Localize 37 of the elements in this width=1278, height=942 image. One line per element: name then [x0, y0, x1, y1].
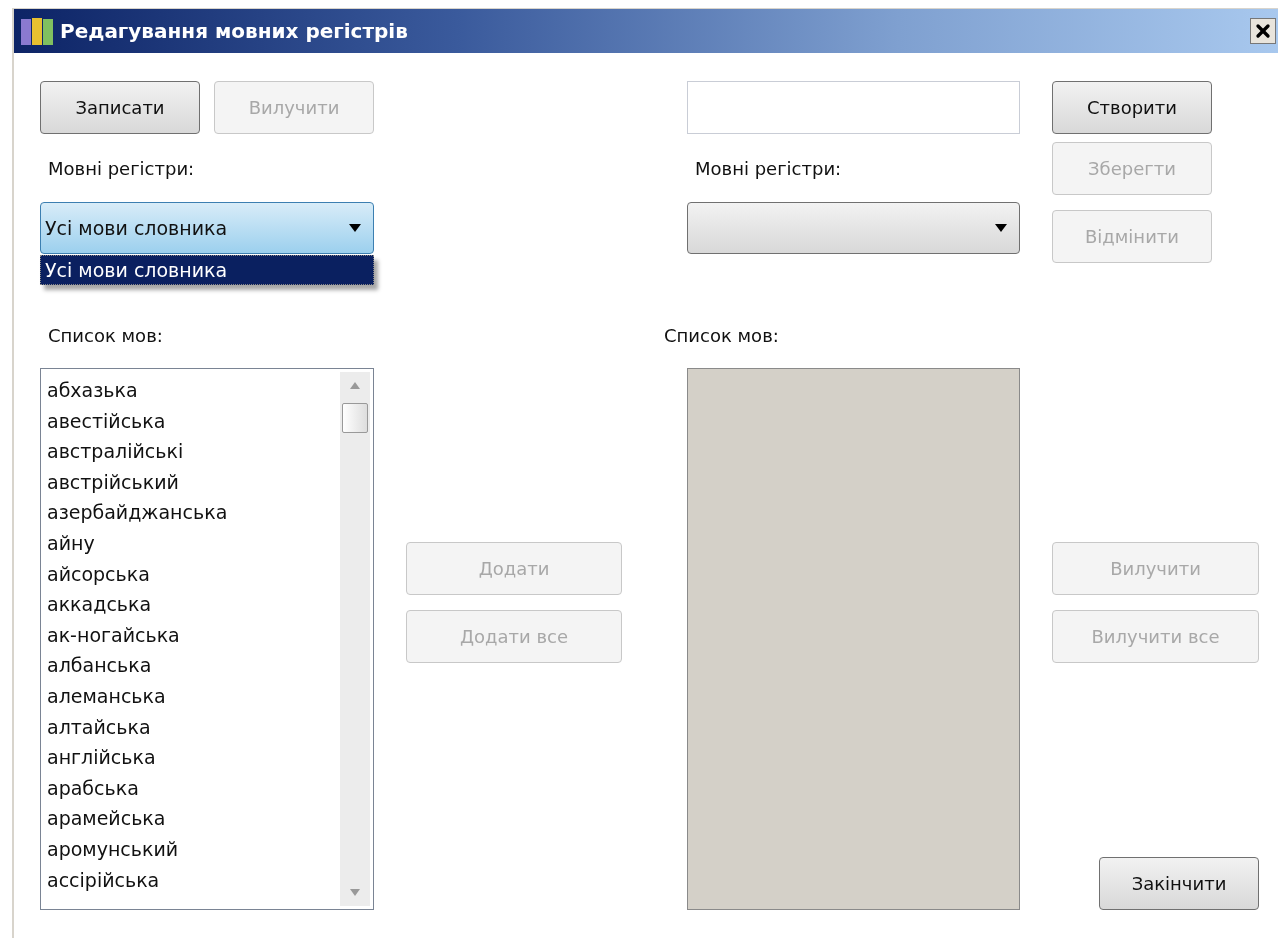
registers-label: Мовні регістри: — [694, 157, 842, 179]
registers-dropdown[interactable]: Усі мови словника — [40, 202, 374, 254]
language-item[interactable]: англійська — [47, 742, 340, 773]
language-item[interactable]: алеманська — [47, 680, 340, 712]
scroll-down-icon[interactable] — [350, 889, 360, 896]
scrollbar[interactable] — [340, 372, 370, 906]
languages-label: Список мов: — [47, 325, 163, 348]
language-item[interactable]: аккадська — [47, 589, 340, 620]
caret-icon — [995, 224, 1007, 232]
close-button[interactable] — [1250, 18, 1276, 44]
language-item[interactable]: азербайджанська — [47, 497, 340, 528]
window-title: Редагування мовних регістрів — [60, 19, 409, 43]
close-icon — [1253, 21, 1273, 41]
registers-label: Мовні регістри: — [47, 157, 195, 179]
language-item[interactable]: ак-ногайська — [47, 619, 340, 651]
write-button[interactable]: Записати — [40, 81, 200, 134]
language-item[interactable]: айсорська — [47, 558, 340, 590]
caret-icon — [349, 224, 361, 232]
language-item[interactable]: албанська — [47, 650, 340, 681]
language-item[interactable]: алтайська — [47, 711, 340, 743]
language-item[interactable]: айну — [47, 527, 340, 559]
scroll-thumb[interactable] — [342, 403, 368, 433]
language-item[interactable]: арабська — [47, 772, 340, 804]
language-item[interactable]: аромунський — [47, 833, 340, 865]
finish-button[interactable]: Закінчити — [1099, 857, 1259, 910]
language-item[interactable]: ассірійська — [47, 864, 340, 896]
name-field[interactable] — [687, 81, 1020, 134]
languages-label: Список мов: — [663, 325, 779, 348]
language-item[interactable]: австрійський — [47, 466, 340, 498]
language-item[interactable]: арамейська — [47, 803, 340, 834]
books-icon — [20, 16, 54, 46]
language-item[interactable]: абхазька — [47, 375, 340, 406]
language-item[interactable]: авестійська — [47, 405, 340, 437]
scroll-up-icon[interactable] — [350, 382, 360, 389]
language-item[interactable]: австралійські — [47, 436, 340, 467]
create-button[interactable]: Створити — [1052, 81, 1212, 134]
registers-dropdown[interactable] — [687, 202, 1020, 254]
